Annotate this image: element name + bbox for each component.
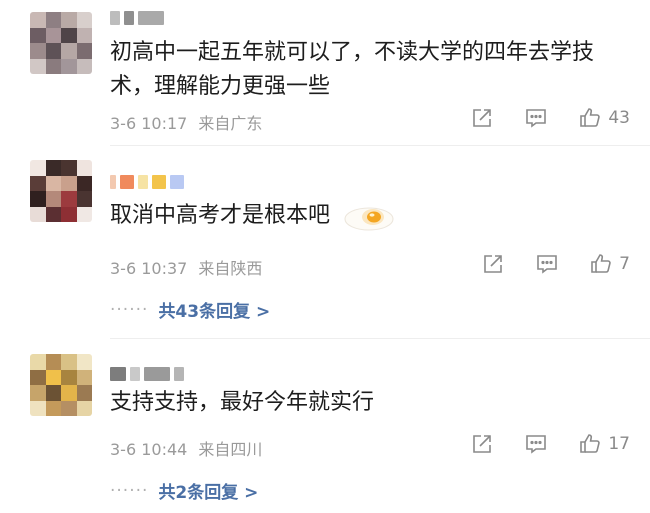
username-blurred[interactable] (110, 8, 164, 28)
username-blurred[interactable] (110, 172, 184, 192)
comment-meta: 3-6 10:37 来自陕西 (110, 255, 262, 279)
share-icon (484, 255, 502, 273)
divider (110, 145, 650, 146)
comment-location: 来自四川 (198, 440, 263, 459)
avatar[interactable] (30, 160, 92, 222)
comment-actions: 43 (470, 106, 630, 130)
reply-dots: ······ (110, 480, 149, 501)
comment-actions: 7 (481, 252, 630, 276)
comment-button[interactable] (524, 432, 548, 456)
fried-egg-emoji-icon (344, 207, 394, 231)
like-count: 7 (619, 254, 630, 274)
comment-button[interactable] (524, 106, 548, 130)
comment-icon (537, 255, 557, 274)
like-icon (580, 108, 601, 127)
view-replies-link[interactable]: ······ 共43条回复 > (110, 297, 271, 323)
like-button[interactable]: 17 (578, 432, 630, 456)
share-button[interactable] (470, 432, 494, 456)
like-count: 43 (608, 108, 630, 128)
comment-icon (526, 435, 547, 454)
avatar[interactable] (30, 354, 92, 416)
replies-label: 共43条回复 > (158, 302, 271, 322)
comment-text: 取消中高考才是根本吧 (110, 199, 630, 233)
comment-text: 支持支持，最好今年就实行 (110, 390, 375, 415)
comment-meta: 3-6 10:17 来自广东 (110, 110, 262, 134)
like-button[interactable]: 7 (589, 252, 630, 276)
share-icon (473, 109, 492, 127)
share-button[interactable] (481, 252, 505, 276)
replies-label: 共2条回复 > (158, 483, 259, 503)
comment-location: 来自广东 (198, 114, 263, 133)
comment-meta: 3-6 10:44 来自四川 (110, 436, 262, 460)
like-icon (580, 434, 601, 453)
comment-text: 初高中一起五年就可以了，不读大学的四年去学技术，理解能力更强一些 (110, 40, 595, 99)
comment-text-content: 取消中高考才是根本吧 (110, 203, 331, 228)
divider (110, 338, 650, 339)
share-button[interactable] (470, 106, 494, 130)
like-button[interactable]: 43 (578, 106, 630, 130)
avatar[interactable] (30, 12, 92, 74)
reply-dots: ······ (110, 299, 149, 320)
like-icon (591, 254, 611, 273)
like-count: 17 (608, 434, 630, 454)
comment-button[interactable] (535, 252, 559, 276)
username-blurred[interactable] (110, 364, 184, 384)
comment-date: 3-6 10:17 (110, 114, 188, 133)
comment-date: 3-6 10:37 (110, 259, 188, 278)
view-replies-link[interactable]: ······ 共2条回复 > (110, 478, 259, 504)
comment-icon (526, 109, 547, 128)
share-icon (473, 435, 492, 453)
comment-date: 3-6 10:44 (110, 440, 188, 459)
comment-actions: 17 (470, 432, 630, 456)
comment-location: 来自陕西 (198, 259, 263, 278)
